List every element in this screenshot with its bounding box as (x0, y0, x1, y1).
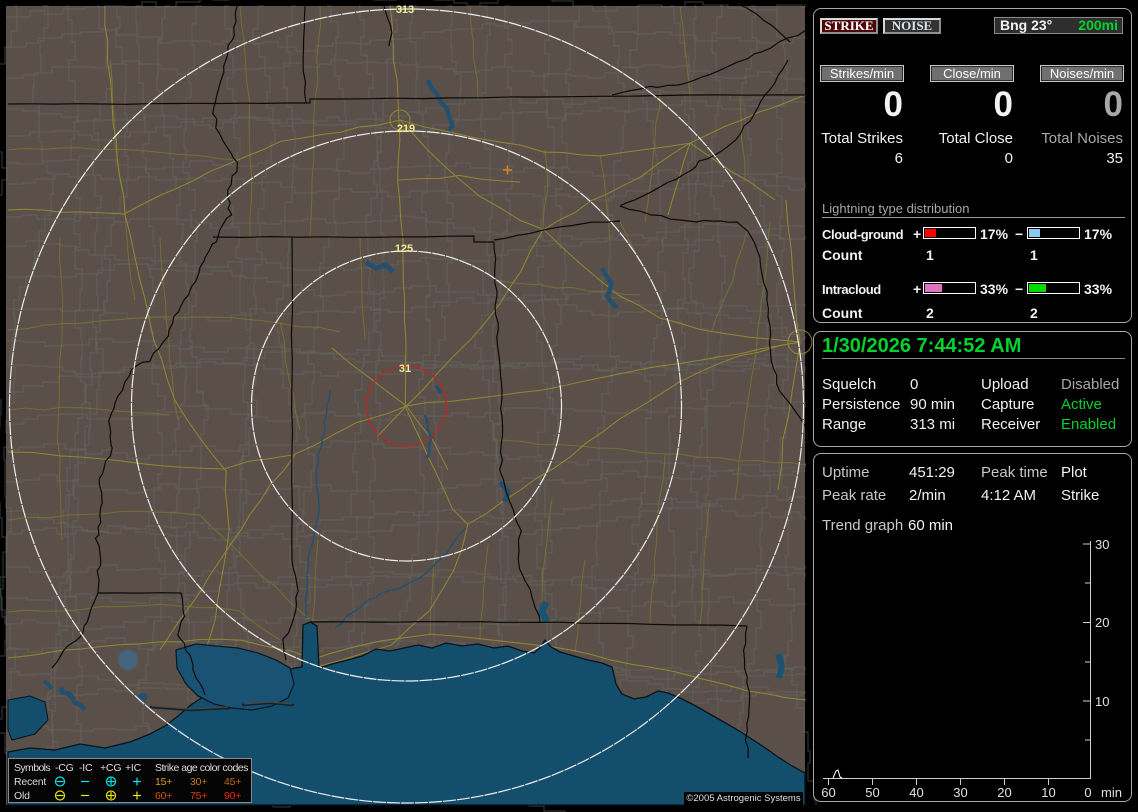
svg-text:125: 125 (395, 243, 413, 255)
svg-text:30: 30 (953, 785, 967, 800)
svg-text:50: 50 (865, 785, 879, 800)
svg-text:10: 10 (1095, 694, 1109, 709)
svg-text:20: 20 (997, 785, 1011, 800)
svg-text:60: 60 (821, 785, 835, 800)
svg-text:31: 31 (399, 363, 411, 375)
svg-text:313: 313 (396, 4, 414, 16)
svg-text:30: 30 (1095, 537, 1109, 552)
svg-text:0: 0 (1084, 785, 1091, 800)
svg-text:10: 10 (1041, 785, 1055, 800)
svg-text:219: 219 (397, 123, 415, 135)
svg-text:min: min (1101, 785, 1122, 800)
svg-text:20: 20 (1095, 615, 1109, 630)
svg-text:40: 40 (909, 785, 923, 800)
